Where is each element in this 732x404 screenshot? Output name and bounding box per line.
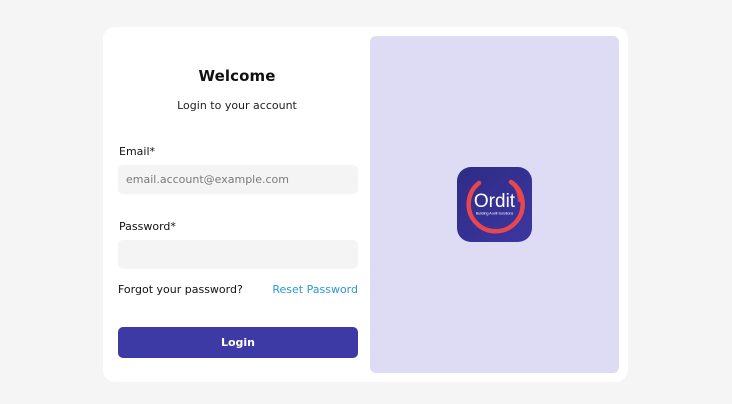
reset-password-link[interactable]: Reset Password xyxy=(272,283,358,296)
password-label: Password* xyxy=(119,220,176,233)
logo-wordmark: Ordit xyxy=(474,191,516,212)
password-field[interactable] xyxy=(118,240,358,269)
login-card: Welcome Login to your account Email* Pas… xyxy=(103,27,628,382)
forgot-password-text: Forgot your password? xyxy=(118,283,243,296)
email-field[interactable] xyxy=(118,165,358,194)
login-button[interactable]: Login xyxy=(118,327,358,358)
ordit-logo-icon: Ordit Building Audit Solutions xyxy=(457,167,532,242)
login-form: Welcome Login to your account Email* Pas… xyxy=(103,27,371,382)
email-label: Email* xyxy=(119,145,156,158)
brand-panel: Ordit Building Audit Solutions xyxy=(370,36,619,373)
logo-tagline: Building Audit Solutions xyxy=(476,212,514,216)
page-subtitle: Login to your account xyxy=(177,99,297,112)
page-title: Welcome xyxy=(198,67,276,85)
